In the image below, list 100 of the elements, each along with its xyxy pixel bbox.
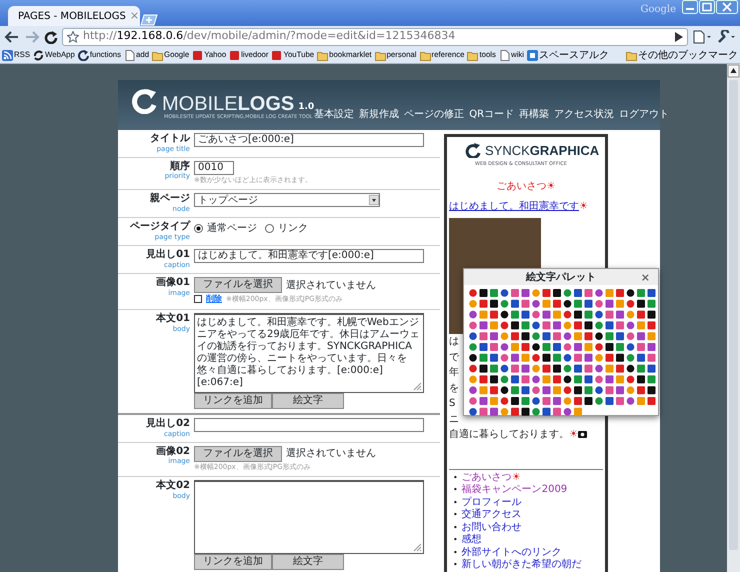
text-field[interactable]: [194, 418, 424, 432]
bullet: •: [453, 535, 458, 544]
heading-link[interactable]: はじめまして。和田憲幸です: [449, 201, 579, 212]
page-icon: [124, 50, 136, 60]
file-choose-button[interactable]: ファイルを選択: [194, 277, 282, 294]
body-text: を: [449, 382, 460, 396]
body-text: で: [449, 350, 460, 364]
sun-symbol: ☀: [569, 429, 578, 440]
body-text: ニ: [449, 412, 460, 426]
star-icon[interactable]: [67, 30, 79, 42]
nav-link[interactable]: QRコード: [469, 107, 514, 122]
page-link[interactable]: プロフィール: [462, 496, 522, 508]
page-select[interactable]: トップページ: [194, 193, 380, 208]
dropdown-arrow-icon: [369, 195, 379, 206]
rss-icon: [2, 50, 13, 60]
file-status-text: 選択されていません: [286, 278, 376, 293]
maximize-icon[interactable]: [699, 0, 715, 14]
nav-link[interactable]: 基本設定: [314, 107, 354, 122]
sun-symbol: ☀: [512, 472, 521, 482]
page-link[interactable]: お問い合わせ: [462, 522, 522, 532]
palette-title: 絵文字パレット: [526, 270, 596, 284]
page-link[interactable]: ごあいさつ: [462, 472, 512, 482]
checkbox[interactable]: [194, 295, 202, 304]
nav-link[interactable]: ログアウト: [619, 107, 670, 122]
version-text: 1.0: [298, 100, 314, 114]
circular-arrow-icon: [130, 88, 158, 114]
field-label: 順序: [168, 160, 190, 172]
new-tab-icon[interactable]: [140, 14, 158, 26]
field-label: 画像02: [155, 446, 190, 458]
bullet: •: [453, 548, 458, 556]
sun-symbol: ☀: [579, 201, 588, 212]
address-field[interactable]: http://192.168.0.6/dev/mobile/admin/?mode=edit&id=1215346834: [62, 28, 688, 46]
radio-option[interactable]: リンク: [265, 221, 308, 236]
reload-icon[interactable]: [44, 30, 58, 44]
body-text: S: [449, 397, 456, 411]
nav-link[interactable]: 再構築: [519, 107, 550, 122]
bookmark-item[interactable]: スペースアルク: [526, 48, 609, 62]
field-label: 親ページ: [149, 193, 190, 205]
bullet: •: [453, 560, 458, 569]
page-menu-icon[interactable]: [692, 30, 712, 44]
browser-tab[interactable]: PAGES - MOBILELOGS ×: [8, 6, 140, 26]
bullet: •: [453, 472, 458, 482]
body-text: 自適に暮らしております。: [449, 429, 569, 440]
field-label: 見出し01: [145, 249, 190, 261]
close-button[interactable]: ×: [640, 270, 650, 286]
nav-link[interactable]: ページの修正: [404, 107, 464, 122]
field-label: 画像01: [155, 277, 190, 289]
folder-icon: [152, 50, 164, 60]
app-icon: [526, 50, 538, 60]
text-field[interactable]: はじめまして。和田憲幸です[e:000:e]: [194, 249, 424, 264]
bullet: •: [453, 510, 458, 519]
page-title: ごあいさつ: [496, 181, 547, 192]
reload-icon: [78, 50, 89, 60]
folder-icon: [420, 50, 431, 60]
editor-button[interactable]: リンクを追加: [194, 554, 272, 570]
page-link[interactable]: 外部サイトへのリンク: [462, 546, 562, 558]
editor-button[interactable]: リンクを追加: [194, 393, 272, 410]
page-icon: [498, 50, 510, 60]
nav-link[interactable]: 新規作成: [359, 107, 400, 122]
field-label: 本文01: [154, 313, 190, 325]
folder-icon: [467, 50, 478, 60]
circular-arrows-icon: [33, 50, 44, 60]
field-label: 見出し02: [145, 418, 190, 430]
bullet: •: [453, 498, 458, 506]
editor-button[interactable]: 絵文字: [272, 393, 344, 410]
file-choose-button[interactable]: ファイルを選択: [194, 446, 282, 462]
number-field[interactable]: 0010: [194, 160, 234, 175]
bookmark-folder[interactable]: その他のブックマーク: [626, 48, 738, 62]
scrollbar-drawing[interactable]: [727, 64, 740, 572]
bullet: •: [453, 485, 458, 494]
body-text: は: [449, 335, 460, 349]
bullet: •: [453, 522, 458, 532]
folder-icon: [626, 50, 637, 60]
delete-link[interactable]: 削除: [206, 293, 222, 306]
radio-button[interactable]: [194, 224, 203, 234]
resize-grip-icon: [413, 382, 422, 392]
logo-icon: [271, 50, 282, 60]
field-label: タイトル: [149, 133, 190, 144]
camera-icon: [578, 430, 587, 438]
editor-button[interactable]: 絵文字: [272, 554, 344, 570]
nav-link[interactable]: アクセス状況: [554, 107, 614, 122]
radio-button[interactable]: [265, 224, 274, 234]
logo-text: SYNCKGRAPHICA: [485, 142, 600, 160]
close-icon[interactable]: [716, 0, 738, 14]
back-arrow-icon[interactable]: [4, 30, 20, 44]
radio-option[interactable]: 通常ページ: [194, 221, 257, 236]
wrench-icon[interactable]: [716, 30, 736, 44]
play-icon[interactable]: [675, 32, 683, 42]
folder-icon: [317, 50, 328, 60]
resize-grip-icon: [413, 543, 422, 552]
page-link[interactable]: 感想: [462, 534, 482, 545]
logo-icon: [192, 50, 204, 60]
field-label: ページタイプ: [129, 221, 190, 233]
body-text: 年: [449, 366, 460, 380]
field-label: 本文02: [154, 480, 190, 492]
page-link[interactable]: 交通アクセス: [462, 509, 522, 520]
page-link[interactable]: 新しい朝がきた希望の朝だ: [462, 559, 582, 570]
page-link[interactable]: 福袋キャンペーン2009: [462, 484, 568, 495]
minimize-icon[interactable]: [682, 0, 698, 14]
text-field[interactable]: ごあいさつ[e:000:e]: [194, 133, 424, 147]
